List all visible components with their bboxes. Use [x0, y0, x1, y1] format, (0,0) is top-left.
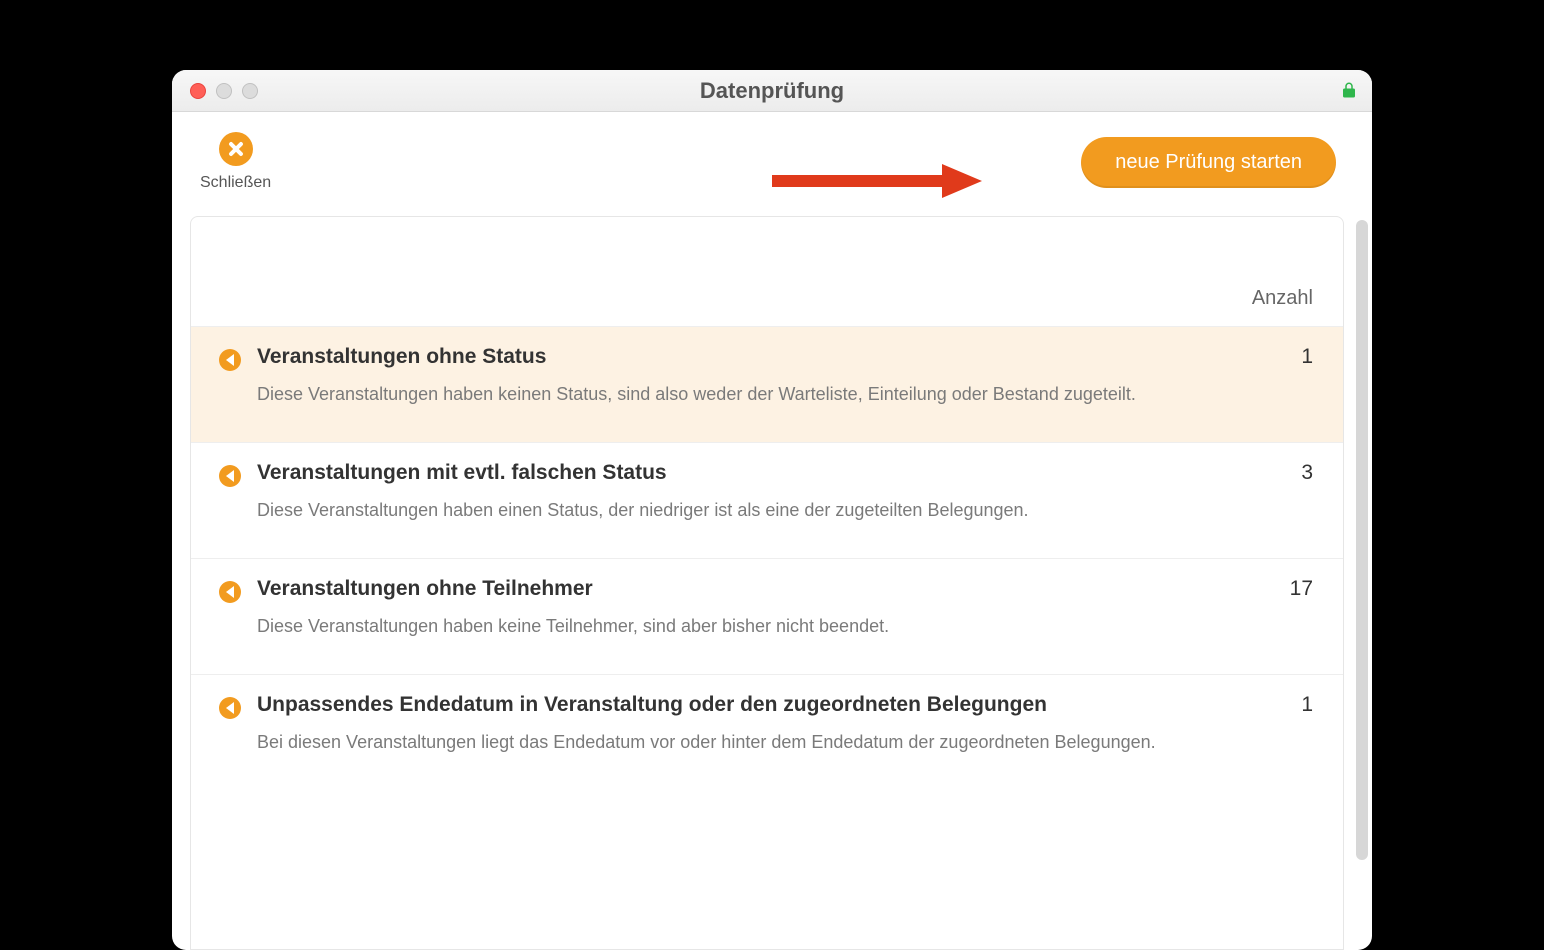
result-item-header: Veranstaltungen ohne Status 1: [257, 345, 1313, 369]
results-list: Veranstaltungen ohne Status 1 Diese Vera…: [191, 326, 1343, 949]
close-button-label: Schließen: [200, 174, 271, 192]
result-item-header: Veranstaltungen ohne Teilnehmer 17: [257, 577, 1313, 601]
result-item-count: 1: [1301, 693, 1313, 717]
result-item-description: Bei diesen Veranstaltungen liegt das End…: [257, 729, 1157, 756]
result-item-header: Unpassendes Endedatum in Veranstaltung o…: [257, 693, 1313, 717]
count-column-header: Anzahl: [1252, 287, 1313, 310]
result-item[interactable]: Veranstaltungen mit evtl. falschen Statu…: [191, 442, 1343, 558]
annotation-arrow-icon: [772, 164, 982, 198]
result-item-count: 17: [1290, 577, 1313, 601]
result-item-title: Veranstaltungen mit evtl. falschen Statu…: [257, 461, 667, 485]
content-area: Anzahl Veranstaltungen ohne Status 1 Die…: [172, 216, 1372, 950]
arrow-left-icon: [219, 581, 241, 603]
close-button[interactable]: Schließen: [200, 132, 271, 192]
result-item-description: Diese Veranstaltungen haben einen Status…: [257, 497, 1157, 524]
arrow-left-icon: [219, 697, 241, 719]
arrow-left-icon: [219, 349, 241, 371]
result-item-title: Veranstaltungen ohne Teilnehmer: [257, 577, 593, 601]
toolbar: Schließen neue Prüfung starten: [172, 112, 1372, 216]
result-item-count: 3: [1301, 461, 1313, 485]
start-new-check-button[interactable]: neue Prüfung starten: [1081, 137, 1336, 188]
result-item-title: Unpassendes Endedatum in Veranstaltung o…: [257, 693, 1047, 717]
window-titlebar: Datenprüfung: [172, 70, 1372, 112]
result-item-description: Diese Veranstaltungen haben keine Teilne…: [257, 613, 1157, 640]
result-item-description: Diese Veranstaltungen haben keinen Statu…: [257, 381, 1157, 408]
close-icon: [219, 132, 253, 166]
result-item-count: 1: [1301, 345, 1313, 369]
results-header: Anzahl: [191, 217, 1343, 326]
lock-icon: [1340, 81, 1358, 99]
results-panel: Anzahl Veranstaltungen ohne Status 1 Die…: [190, 216, 1344, 950]
arrow-left-icon: [219, 465, 241, 487]
window-title: Datenprüfung: [172, 78, 1372, 104]
app-window: Datenprüfung Schließen neue Prüfung star…: [172, 70, 1372, 950]
result-item-title: Veranstaltungen ohne Status: [257, 345, 546, 369]
result-item[interactable]: Veranstaltungen ohne Status 1 Diese Vera…: [191, 326, 1343, 442]
result-item-header: Veranstaltungen mit evtl. falschen Statu…: [257, 461, 1313, 485]
scrollbar-thumb[interactable]: [1356, 220, 1368, 860]
result-item[interactable]: Veranstaltungen ohne Teilnehmer 17 Diese…: [191, 558, 1343, 674]
result-item[interactable]: Unpassendes Endedatum in Veranstaltung o…: [191, 674, 1343, 790]
